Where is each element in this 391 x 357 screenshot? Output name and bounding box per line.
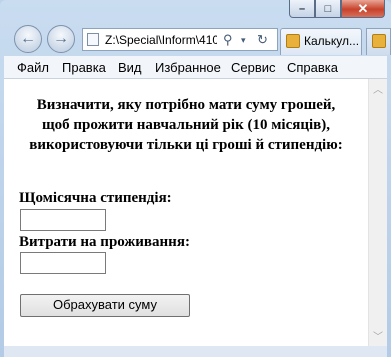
- close-icon: ✕: [357, 0, 369, 16]
- navigation-bar: ← → Z:\Special\Inform\410 ⚲ ▾ ↻ Калькул.…: [0, 22, 391, 56]
- page-icon: [87, 33, 99, 46]
- stipend-label: Щомісячна стипендія:: [19, 190, 172, 206]
- address-url[interactable]: Z:\Special\Inform\410: [105, 33, 217, 47]
- close-button[interactable]: ✕: [341, 0, 385, 18]
- menu-item-edit[interactable]: Правка: [62, 60, 106, 75]
- menu-item-view[interactable]: Вид: [118, 60, 142, 75]
- tab-title: Калькул...: [304, 34, 360, 48]
- menu-item-file[interactable]: Файл: [17, 60, 49, 75]
- menu-item-favorites[interactable]: Избранное: [155, 60, 221, 75]
- menu-item-tools[interactable]: Сервис: [231, 60, 276, 75]
- expenses-label: Витрати на проживання:: [19, 234, 190, 250]
- menu-bar: Файл Правка Вид Избранное Сервис Справка: [4, 56, 387, 79]
- back-button[interactable]: ←: [14, 25, 42, 53]
- scroll-down-icon[interactable]: ﹀: [369, 328, 387, 343]
- maximize-icon: □: [324, 2, 332, 15]
- expenses-input[interactable]: [20, 252, 106, 274]
- status-bar: [4, 346, 387, 357]
- tab-favicon-icon: [372, 34, 386, 48]
- stipend-input[interactable]: [20, 209, 106, 231]
- address-bar[interactable]: Z:\Special\Inform\410 ⚲ ▾ ↻: [82, 28, 278, 51]
- title-line-1: Визначити, яку потрібно мати суму грошей…: [36, 97, 336, 113]
- tab-calculator[interactable]: Калькул...: [280, 28, 362, 55]
- minimize-button[interactable]: –: [289, 0, 315, 18]
- title-line-3: використовуючи тільки ці гроші й стипенд…: [29, 137, 343, 153]
- window-controls: – □ ✕: [289, 0, 385, 20]
- page-title: Визначити, яку потрібно мати суму грошей…: [4, 95, 368, 155]
- page-content: Визначити, яку потрібно мати суму грошей…: [4, 79, 368, 346]
- new-tab-button[interactable]: [366, 28, 391, 55]
- minimize-icon: –: [298, 2, 306, 15]
- search-icon[interactable]: ⚲: [223, 32, 233, 48]
- forward-arrow-icon: →: [53, 30, 69, 47]
- vertical-scrollbar[interactable]: ︿ ﹀: [368, 79, 387, 346]
- tab-favicon-icon: [286, 34, 300, 48]
- calculate-button[interactable]: Обрахувати суму: [20, 294, 190, 317]
- refresh-icon[interactable]: ↻: [257, 32, 268, 48]
- title-line-2: щоб прожити навчальний рік (10 місяців),: [41, 117, 331, 133]
- browser-window: – □ ✕ ← → Z:\Special\Inform\410 ⚲ ▾ ↻ Ка…: [0, 0, 391, 357]
- scroll-up-icon[interactable]: ︿: [369, 81, 387, 96]
- dropdown-icon[interactable]: ▾: [241, 35, 246, 46]
- forward-button[interactable]: →: [47, 25, 75, 53]
- back-arrow-icon: ←: [20, 30, 36, 47]
- menu-item-help[interactable]: Справка: [287, 60, 338, 75]
- maximize-button[interactable]: □: [315, 0, 341, 18]
